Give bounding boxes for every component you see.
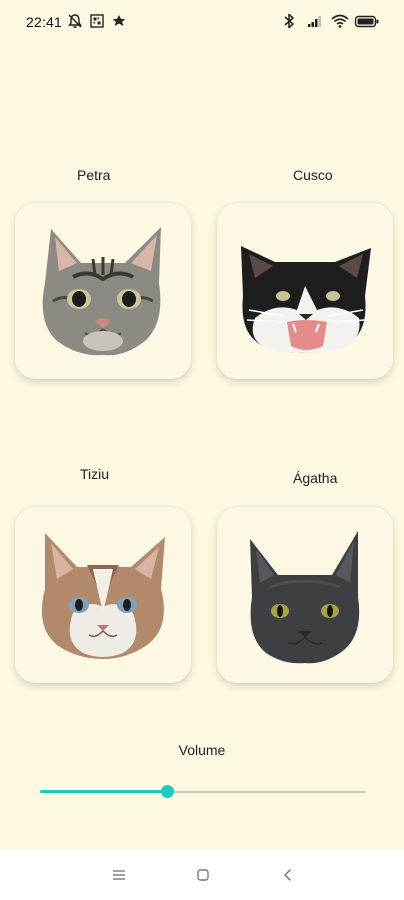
cat-card-petra[interactable] [15,203,191,379]
back-icon[interactable] [277,864,299,886]
menu-icon[interactable] [108,864,130,886]
app-notification-icon [110,12,128,30]
volume-slider[interactable] [40,781,366,803]
cat-name-agatha: Ágatha [293,470,338,486]
navigation-bar [0,850,404,900]
qr-notification-icon [88,12,106,30]
cat-name-petra: Petra [77,167,111,183]
wifi-icon [330,12,349,30]
black-white-cat-face-icon [235,226,375,356]
orange-white-cat-face-icon [33,529,173,661]
slider-active-track [40,790,168,793]
status-notification-icons [66,12,128,30]
battery-icon [354,12,380,30]
bluetooth-icon [282,12,300,30]
status-time: 22:41 [26,14,63,30]
home-icon[interactable] [192,864,214,886]
slider-thumb[interactable] [160,785,174,798]
signal-icon [306,12,324,30]
status-bar: 22:41 [0,0,404,44]
cat-name-tiziu: Tiziu [80,466,110,482]
status-system-icons [282,12,380,30]
alarm-off-icon [66,12,84,30]
volume-label: Volume [178,742,226,758]
gray-cat-face-icon [240,525,370,665]
cat-card-agatha[interactable] [217,507,393,683]
cat-card-tiziu[interactable] [15,507,191,683]
cat-name-cusco: Cusco [293,167,333,183]
cat-card-cusco[interactable] [217,203,393,379]
tabby-cat-face-icon [33,223,173,359]
